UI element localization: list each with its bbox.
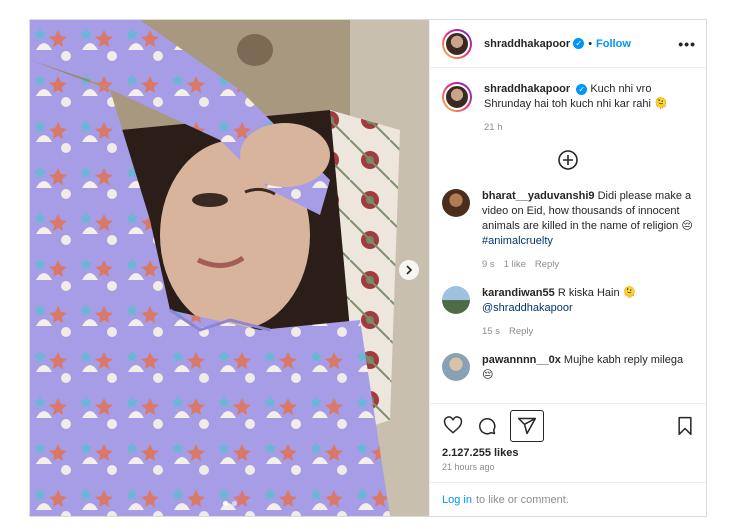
commenter-avatar[interactable] <box>442 286 470 314</box>
like-button[interactable] <box>442 415 464 437</box>
photo-image <box>30 20 429 516</box>
verified-badge-icon: ✓ <box>573 38 585 49</box>
post-sidebar: shraddhakapoor ✓ • Follow ••• shraddhaka… <box>429 20 706 516</box>
bookmark-icon <box>678 416 692 435</box>
commenter-avatar[interactable] <box>442 353 470 381</box>
more-options-icon[interactable]: ••• <box>678 36 696 52</box>
chevron-right-icon <box>406 265 413 275</box>
login-prompt-text: to like or comment. <box>475 493 569 506</box>
header-separator: • <box>588 37 593 50</box>
carousel-dot[interactable] <box>231 501 237 506</box>
author-avatar[interactable] <box>442 28 472 59</box>
comments-list: shraddhakapoor ✓ Kuch nhi vro Shrunday h… <box>430 68 706 403</box>
comment-item: karandiwan55 R kiska Hain 🫠 @shraddhakap… <box>442 286 694 339</box>
comment-username[interactable]: karandiwan55 <box>482 287 555 299</box>
comment-username[interactable]: pawannnn__0x <box>482 354 561 366</box>
commenter-avatar[interactable] <box>442 189 470 217</box>
comment-icon <box>479 417 496 435</box>
send-icon <box>517 417 537 434</box>
verified-badge-icon: ✓ <box>576 83 588 95</box>
caption-username[interactable]: shraddhakapoor <box>484 83 570 95</box>
comment-button[interactable] <box>476 415 498 437</box>
reply-button[interactable]: Reply <box>509 324 533 339</box>
post-timestamp[interactable]: 21 hours ago <box>430 459 706 482</box>
caption-avatar[interactable] <box>442 82 472 112</box>
save-button[interactable] <box>674 415 696 437</box>
carousel-dots <box>222 501 237 506</box>
comment-time[interactable]: 15 s <box>482 324 500 339</box>
reply-button[interactable]: Reply <box>535 257 559 272</box>
comment-item: bharat__yaduvanshi9 Didi please make a v… <box>442 189 694 272</box>
login-link[interactable]: Log in <box>442 494 472 506</box>
carousel-next-button[interactable] <box>399 260 419 280</box>
post-header: shraddhakapoor ✓ • Follow ••• <box>430 20 706 68</box>
caption-time[interactable]: 21 h <box>484 120 503 135</box>
share-button[interactable] <box>510 409 544 442</box>
post-photo[interactable] <box>30 20 429 516</box>
carousel-dot[interactable] <box>222 501 228 506</box>
comment-text: R kiska Hain 🫠 <box>557 287 637 299</box>
comment-username[interactable]: bharat__yaduvanshi9 <box>482 190 595 202</box>
comment-item: pawannnn__0x Mujhe kabh reply milega 😔 <box>442 353 694 383</box>
comment-mention[interactable]: @shraddhakapoor <box>482 302 573 314</box>
likes-count[interactable]: 2.127.255 likes <box>430 447 706 459</box>
comment-time[interactable]: 9 s <box>482 257 495 272</box>
login-prompt: Log in to like or comment. <box>430 482 706 516</box>
comment-likes[interactable]: 1 like <box>504 257 526 272</box>
post-actions <box>430 403 706 447</box>
load-more-comments-button[interactable] <box>442 149 694 171</box>
follow-button[interactable]: Follow <box>596 38 631 50</box>
author-username[interactable]: shraddhakapoor <box>484 38 570 50</box>
plus-circle-icon <box>558 150 578 170</box>
caption: shraddhakapoor ✓ Kuch nhi vro Shrunday h… <box>442 82 694 135</box>
instagram-post: shraddhakapoor ✓ • Follow ••• shraddhaka… <box>29 19 707 517</box>
comment-hashtag[interactable]: #animalcruelty <box>482 235 553 247</box>
heart-icon <box>443 415 463 434</box>
